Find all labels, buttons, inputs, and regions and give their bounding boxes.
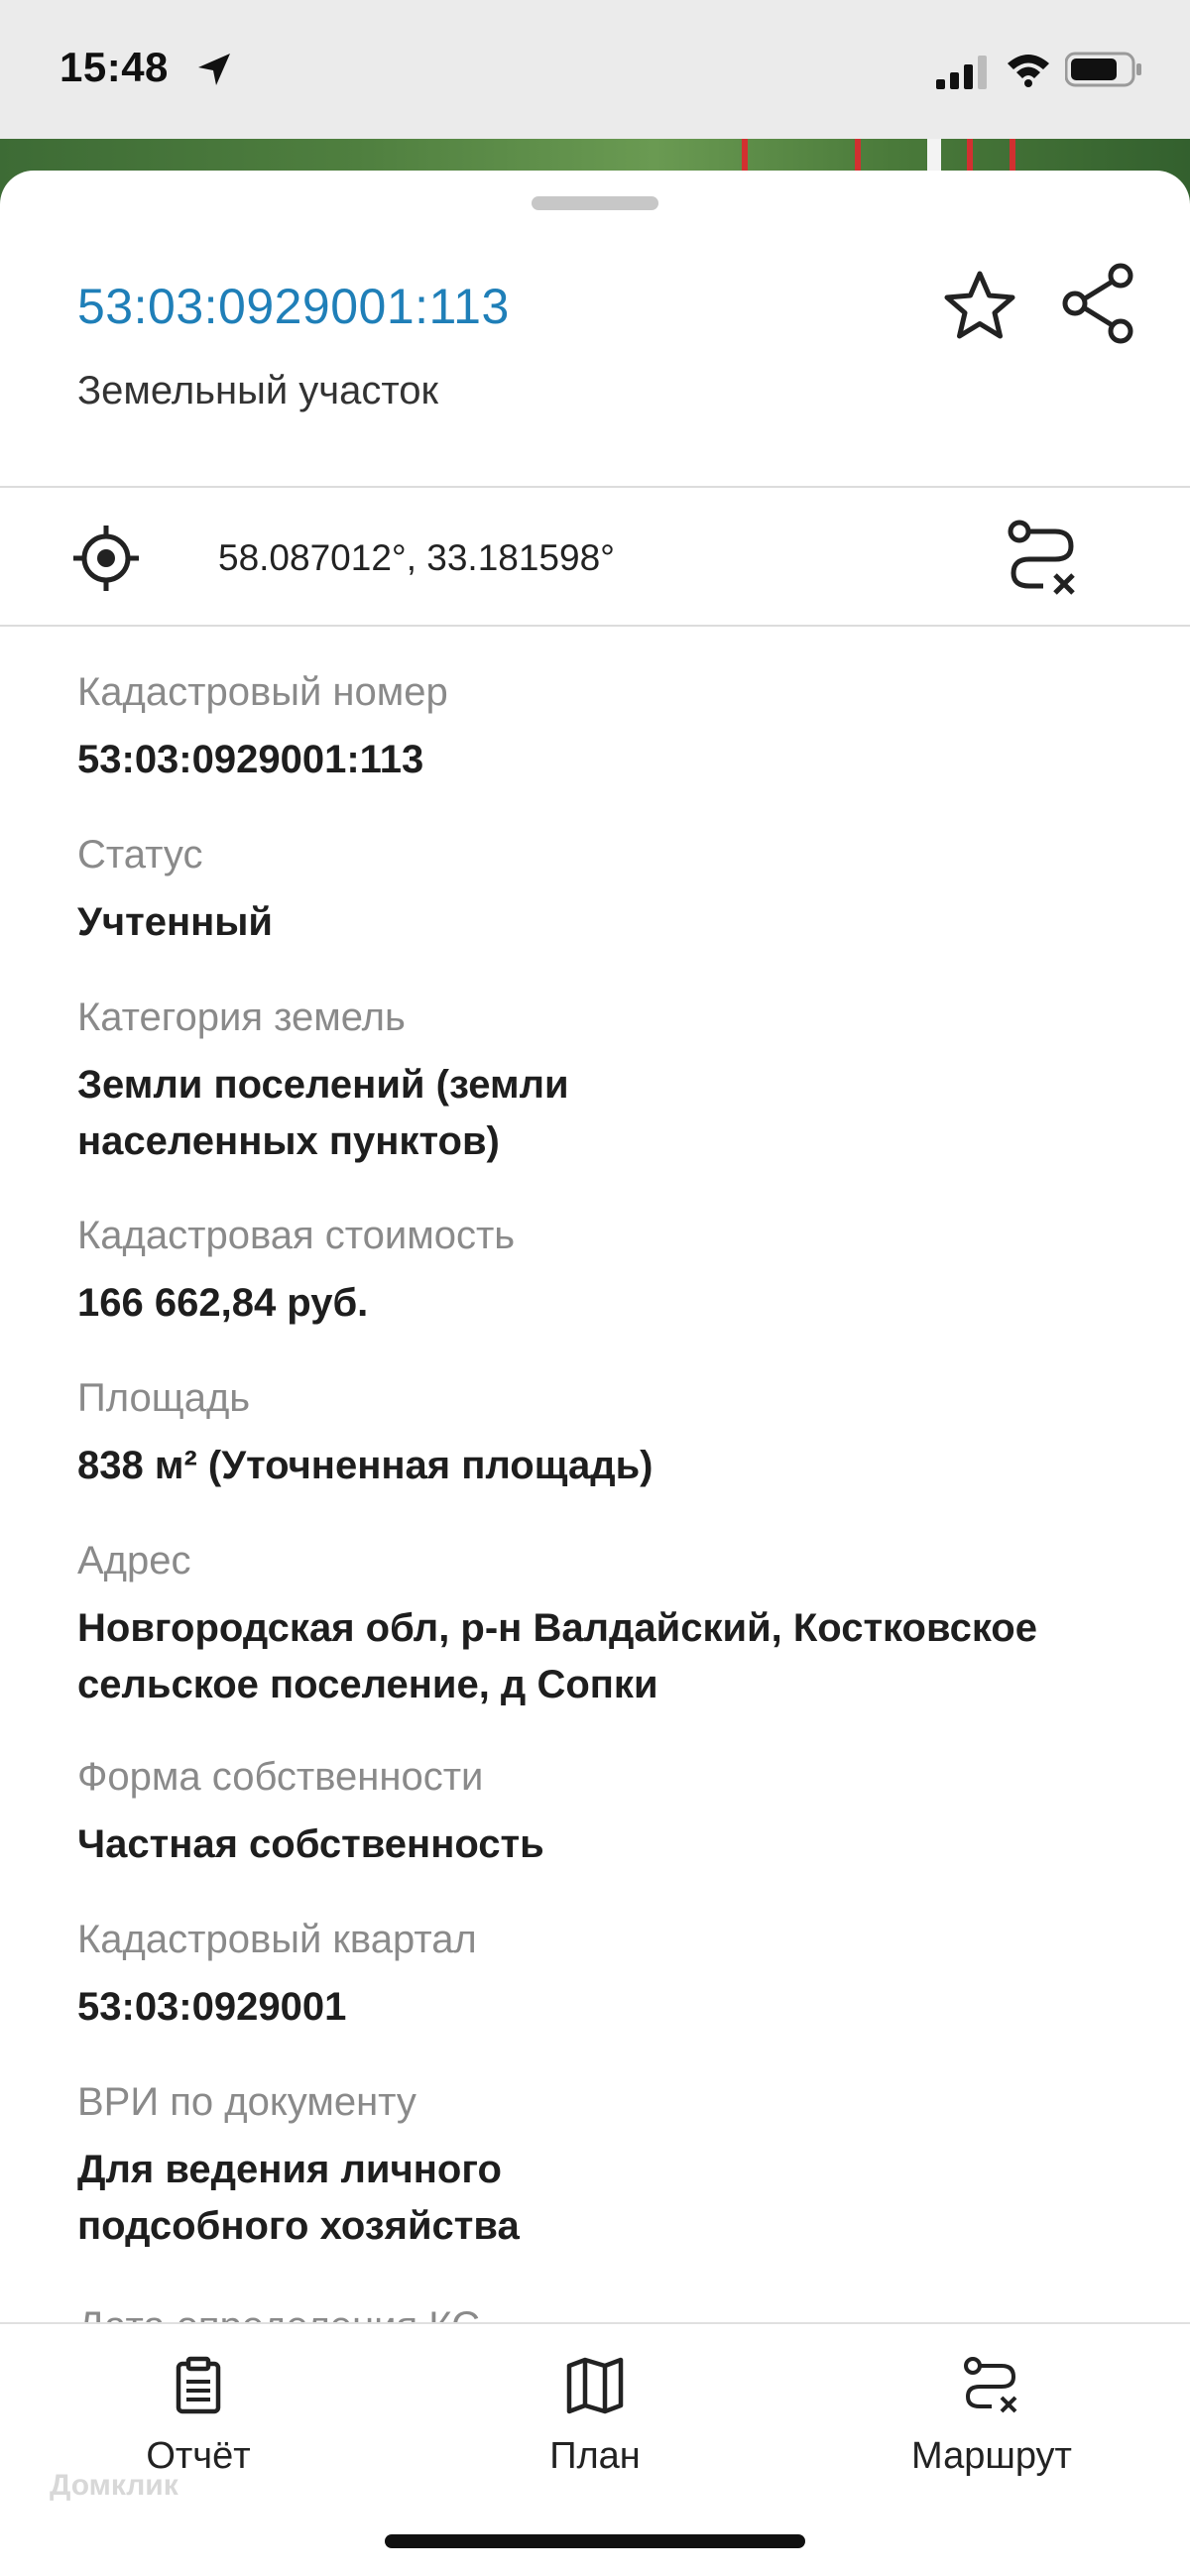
nav-plan[interactable]: План [486,2324,704,2503]
field-label-address: Адрес [77,1539,191,1582]
nav-plan-label: План [549,2435,641,2477]
route-button[interactable] [1004,516,1083,601]
star-icon [944,271,1015,339]
wifi-icon [1006,52,1051,92]
favorite-button[interactable] [938,266,1021,349]
field-value-cadastral-number: 53:03:0929001:113 [77,738,424,781]
field-label-status: Статус [77,833,203,877]
location-arrow-icon [194,50,234,89]
target-icon [73,526,139,591]
home-indicator[interactable] [385,2534,805,2548]
field-label-ownership: Форма собственности [77,1755,484,1799]
field-label-cadastral-number: Кадастровый номер [77,670,448,714]
nav-route-label: Маршрут [911,2435,1072,2477]
field-label-permitted-use: ВРИ по документу [77,2080,416,2124]
status-bar: 15:48 [0,0,1190,139]
field-value-cadastral-quarter: 53:03:0929001 [77,1985,347,2029]
route-icon [1008,520,1075,595]
status-time: 15:48 [60,44,169,90]
locate-button[interactable] [71,524,141,593]
field-value-address: Новгородская обл, р-н Валдайский, Костко… [77,1606,1037,1706]
report-clipboard-icon [176,2356,221,2414]
field-label-cadastral-value: Кадастровая стоимость [77,1214,516,1257]
battery-icon [1064,52,1144,92]
sheet-grabber[interactable] [532,196,658,210]
map-icon [566,2357,624,2414]
bottom-sheet: 53:03:0929001:113 Земельный участок 58.0… [0,171,1190,2576]
divider [0,625,1190,627]
coordinates-text[interactable]: 58.087012°, 33.181598° [218,537,615,579]
cellular-signal-icon [936,56,992,94]
field-label-land-category: Категория земель [77,995,406,1039]
watermark: Домклик [50,2469,178,2502]
field-value-status: Учтенный [77,900,274,944]
field-value-ownership: Частная собственность [77,1822,544,1866]
share-icon [1062,263,1133,344]
nav-route[interactable]: Маршрут [873,2324,1111,2503]
field-label-area: Площадь [77,1376,251,1420]
field-label-cadastral-quarter: Кадастровый квартал [77,1918,477,1961]
field-value-permitted-use: Для ведения личного подсобного хозяйства [77,2148,520,2248]
field-value-area: 838 м² (Уточненная площадь) [77,1444,654,1487]
route-icon [964,2357,1017,2413]
cadastral-number-title[interactable]: 53:03:0929001:113 [77,278,510,335]
field-value-land-category: Земли поселений (земли населенных пункто… [77,1063,569,1163]
share-button[interactable] [1057,260,1140,349]
field-value-cadastral-value: 166 662,84 руб. [77,1281,369,1325]
divider [0,486,1190,488]
object-type: Земельный участок [77,369,439,412]
